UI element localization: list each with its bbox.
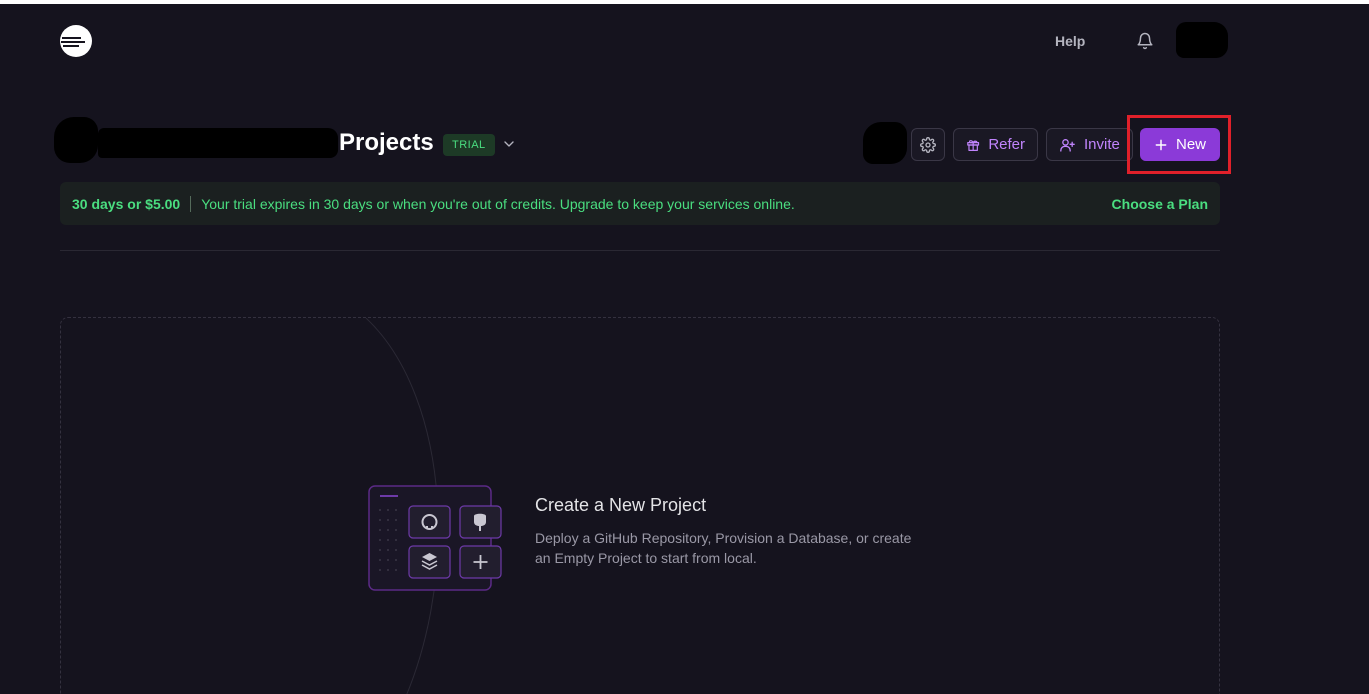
redacted-member-avatar <box>863 122 907 164</box>
app-window: Help Projects TRIAL Refer Invite New 30 … <box>0 4 1369 694</box>
trial-credits: 30 days or $5.00 <box>72 195 181 212</box>
refer-button[interactable]: Refer <box>953 128 1038 161</box>
empty-state-card[interactable]: Create a New Project Deploy a GitHub Rep… <box>60 317 1220 694</box>
section-divider <box>60 250 1220 251</box>
banner-divider <box>190 195 192 212</box>
redacted-workspace-name <box>98 128 338 158</box>
layers-icon <box>408 545 451 579</box>
page-title: Projects <box>339 129 434 156</box>
bell-icon[interactable] <box>1136 32 1154 50</box>
logo-icon[interactable] <box>59 24 93 58</box>
settings-button[interactable] <box>911 128 945 161</box>
invite-button[interactable]: Invite <box>1046 128 1133 161</box>
help-link[interactable]: Help <box>1055 33 1085 49</box>
avatar[interactable] <box>1176 22 1228 58</box>
choose-plan-link[interactable]: Choose a Plan <box>1112 196 1208 212</box>
trial-badge: TRIAL <box>443 134 495 156</box>
trial-message: Your trial expires in 30 days or when yo… <box>201 195 795 212</box>
trial-banner: 30 days or $5.00 Your trial expires in 3… <box>60 182 1220 225</box>
highlight-box <box>1127 115 1231 174</box>
postgres-icon <box>459 505 502 539</box>
project-illustration <box>368 485 502 591</box>
invite-label: Invite <box>1084 136 1120 153</box>
chevron-down-icon[interactable] <box>501 136 517 152</box>
plus-icon <box>459 545 502 579</box>
user-plus-icon <box>1060 138 1075 152</box>
redacted-workspace-icon <box>54 117 98 163</box>
empty-state-description: Deploy a GitHub Repository, Provision a … <box>535 530 912 566</box>
gear-icon <box>920 136 936 153</box>
empty-state-title: Create a New Project <box>535 495 707 515</box>
gift-icon <box>967 139 980 151</box>
refer-label: Refer <box>988 136 1025 153</box>
github-icon <box>408 505 451 539</box>
